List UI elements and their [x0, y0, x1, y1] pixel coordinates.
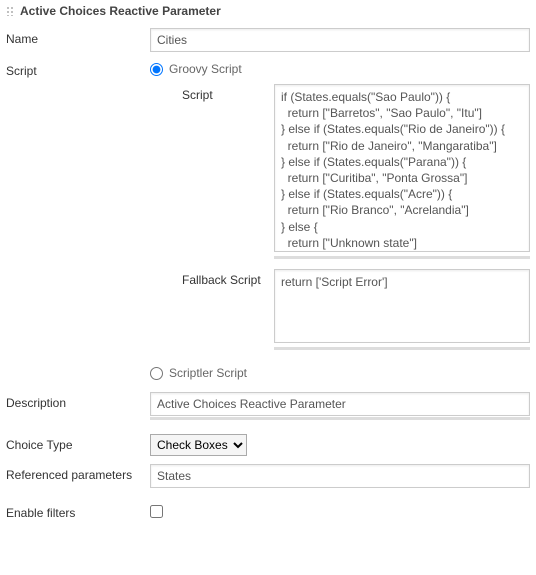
nested-script: Script if (States.equals("Sao Paulo")) {… — [150, 84, 530, 259]
row-choice-type: Choice Type Check Boxes — [0, 430, 536, 460]
description-input[interactable] — [150, 392, 530, 416]
radio-row-groovy: Groovy Script — [150, 60, 530, 84]
label-ref-params: Referenced parameters — [6, 464, 150, 482]
accent-bar — [150, 417, 530, 420]
label-fallback: Fallback Script — [182, 269, 274, 287]
ref-params-input[interactable] — [150, 464, 530, 488]
section-header: Active Choices Reactive Parameter — [0, 0, 536, 24]
enable-filters-checkbox[interactable] — [150, 505, 163, 518]
label-choice-type: Choice Type — [6, 434, 150, 452]
script-textarea[interactable]: if (States.equals("Sao Paulo")) { return… — [274, 84, 530, 252]
label-subscript: Script — [182, 84, 274, 102]
section-title: Active Choices Reactive Parameter — [20, 4, 221, 18]
groovy-radio[interactable] — [150, 63, 163, 76]
fallback-textarea[interactable]: return ['Script Error'] — [274, 269, 530, 343]
radio-row-scriptler: Scriptler Script — [150, 354, 530, 384]
scriptler-radio[interactable] — [150, 367, 163, 380]
drag-handle-icon[interactable] — [6, 6, 14, 16]
label-enable-filters: Enable filters — [6, 502, 150, 520]
accent-bar — [274, 256, 530, 259]
groovy-radio-label: Groovy Script — [169, 62, 242, 76]
row-ref-params: Referenced parameters — [0, 460, 536, 492]
nested-fallback: Fallback Script return ['Script Error'] — [150, 269, 530, 350]
row-enable-filters: Enable filters — [0, 498, 536, 525]
row-script: Script Groovy Script Script if (States.e… — [0, 56, 536, 388]
label-name: Name — [6, 28, 150, 46]
row-name: Name — [0, 24, 536, 56]
label-description: Description — [6, 392, 150, 410]
accent-bar — [274, 347, 530, 350]
name-input[interactable] — [150, 28, 530, 52]
scriptler-radio-label: Scriptler Script — [169, 366, 247, 380]
choice-type-select[interactable]: Check Boxes — [150, 434, 247, 456]
row-description: Description — [0, 388, 536, 424]
label-script: Script — [6, 60, 150, 78]
